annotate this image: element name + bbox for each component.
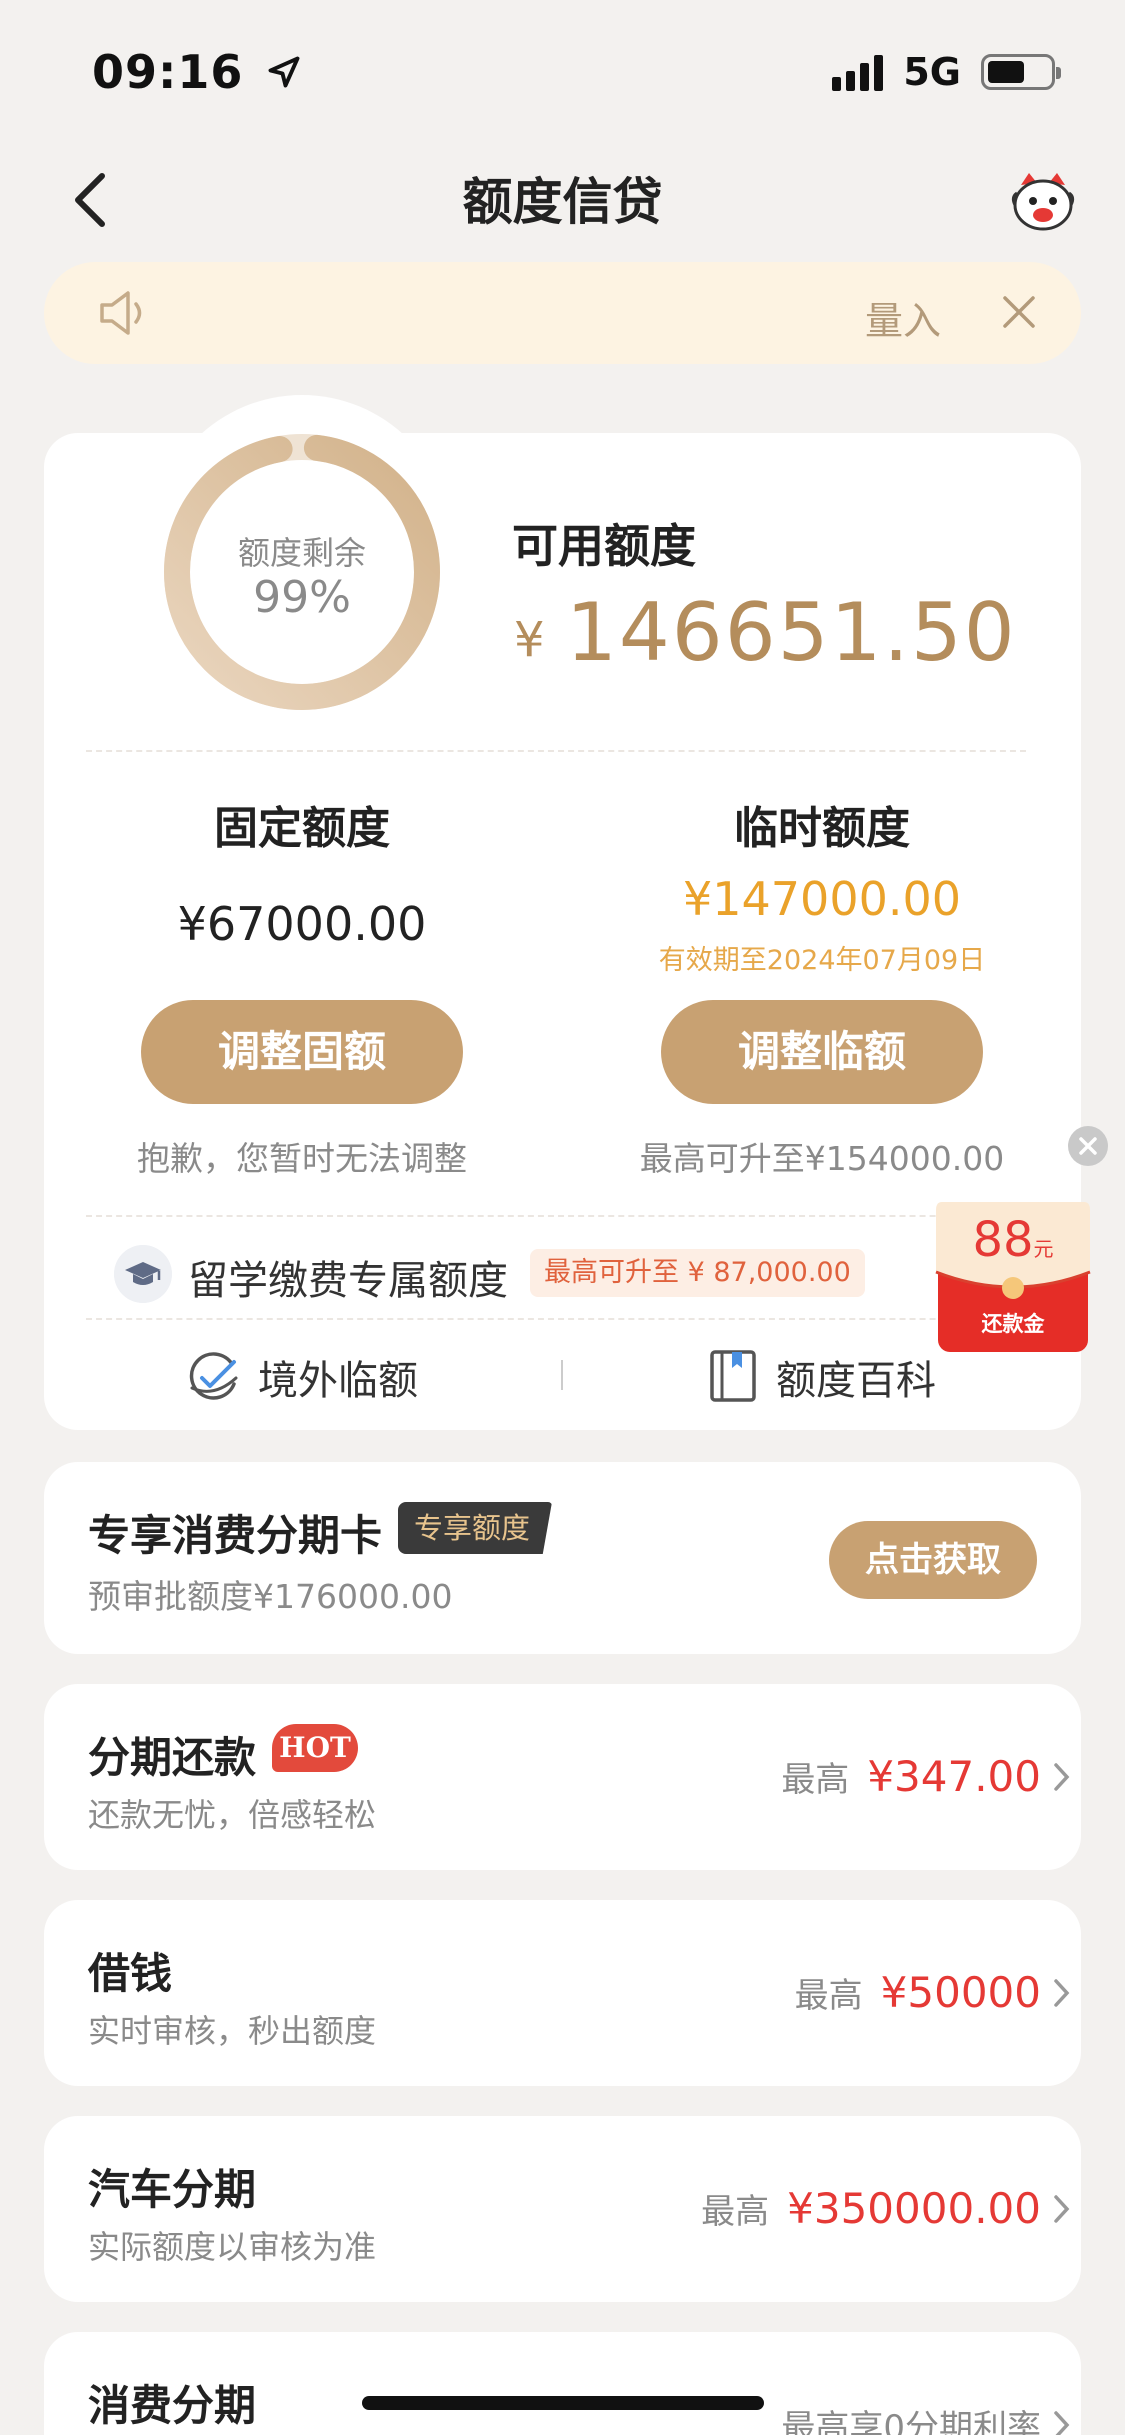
red-packet-unit: 元	[1033, 1237, 1054, 1261]
product-title: 消费分期	[88, 2381, 257, 2430]
product-subtitle: 还款无忧，倍感轻松	[88, 1796, 377, 1834]
mascot-service-icon[interactable]	[1007, 165, 1079, 237]
product-amount-group: 最高 ¥347.00	[781, 1752, 1041, 1801]
adjust-temp-button[interactable]: 调整临额	[661, 1000, 983, 1104]
currency-symbol: ¥	[514, 612, 545, 668]
red-packet-amount: 88	[972, 1212, 1034, 1268]
signal-icon	[832, 53, 884, 91]
network-label: 5G	[903, 50, 961, 94]
adjust-fixed-button[interactable]: 调整固额	[141, 1000, 463, 1104]
speaker-icon	[100, 291, 142, 335]
status-time: 09:16	[92, 45, 302, 99]
temp-limit-validity: 有效期至2024年07月09日	[658, 945, 986, 976]
product-amount-group: 最高享0分期利率	[781, 2400, 1041, 2435]
max-prefix: 最高	[781, 1760, 850, 1800]
chevron-right-icon	[1054, 1763, 1070, 1791]
location-arrow-icon	[269, 56, 300, 88]
product-subtitle: 实际额度以审核为准	[88, 2228, 377, 2266]
product-title: 借钱	[88, 1949, 173, 1998]
fixed-limit-amount: ¥67000.00	[177, 897, 427, 951]
notice-bar[interactable]: 量入	[44, 262, 1081, 364]
divider	[86, 1215, 1026, 1217]
home-indicator	[362, 2396, 764, 2410]
temp-limit-note: 最高可升至¥154000.00	[639, 1139, 1005, 1178]
product-subtitle: 实时审核，秒出额度	[88, 2012, 377, 2050]
chevron-right-icon	[1054, 2411, 1070, 2435]
remaining-label: 额度剩余	[237, 534, 366, 572]
max-prefix: 最高享0分期利率	[781, 2408, 1041, 2435]
max-amount: ¥50000	[880, 1968, 1041, 2017]
available-amount: 146651.50	[566, 586, 1017, 679]
red-packet-label: 还款金	[981, 1312, 1045, 1336]
status-indicators: 5G	[832, 50, 1061, 94]
close-icon	[1079, 1137, 1097, 1155]
overseas-temp-limit-link[interactable]: 境外临额	[258, 1348, 418, 1406]
max-prefix: 最高	[701, 2192, 770, 2232]
chevron-right-icon	[1054, 2195, 1070, 2223]
product-amount-group: 最高 ¥50000	[795, 1968, 1041, 2017]
exclusive-limit-tag: 专享额度	[398, 1502, 553, 1554]
installment-card-title: 专享消费分期卡	[88, 1511, 383, 1560]
max-prefix: 最高	[794, 1976, 863, 2016]
divider	[86, 750, 1026, 752]
max-amount: ¥347.00	[867, 1752, 1041, 1801]
preapproved-limit: 预审批额度¥176000.00	[88, 1577, 453, 1616]
temp-limit-amount: ¥147000.00	[682, 872, 962, 926]
repayment-red-packet[interactable]: 88元 还款金	[932, 1202, 1094, 1354]
fixed-limit-title: 固定额度	[214, 803, 390, 854]
credit-wiki-link[interactable]: 额度百科	[776, 1348, 936, 1406]
overseas-icon	[189, 1352, 238, 1400]
available-label: 可用额度	[512, 519, 696, 573]
page-title: 额度信贷	[462, 173, 663, 231]
product-title: 汽车分期	[88, 2165, 257, 2214]
graduation-cap-icon	[114, 1245, 172, 1303]
float-close-button[interactable]	[1068, 1126, 1108, 1166]
link-divider	[561, 1360, 563, 1390]
temp-limit-title: 临时额度	[734, 803, 910, 854]
remaining-percent: 99%	[253, 572, 351, 623]
product-title: 分期还款	[88, 1733, 257, 1782]
get-card-button[interactable]: 点击获取	[829, 1521, 1037, 1599]
time-text: 09:16	[92, 45, 244, 99]
book-icon	[710, 1350, 756, 1402]
notice-text: 量入	[864, 299, 941, 343]
study-abroad-limit-label[interactable]: 留学缴费专属额度	[188, 1248, 508, 1306]
product-amount-group: 最高 ¥350000.00	[701, 2184, 1041, 2233]
close-icon[interactable]	[993, 286, 1045, 338]
study-limit-tag: 最高可升至 ¥ 87,000.00	[530, 1249, 865, 1297]
battery-icon	[981, 54, 1061, 90]
hot-badge: HOT	[272, 1724, 358, 1772]
fixed-limit-note: 抱歉，您暂时无法调整	[137, 1139, 467, 1178]
max-amount: ¥350000.00	[787, 2184, 1041, 2233]
chevron-right-icon	[1054, 1979, 1070, 2007]
divider	[86, 1318, 1026, 1320]
